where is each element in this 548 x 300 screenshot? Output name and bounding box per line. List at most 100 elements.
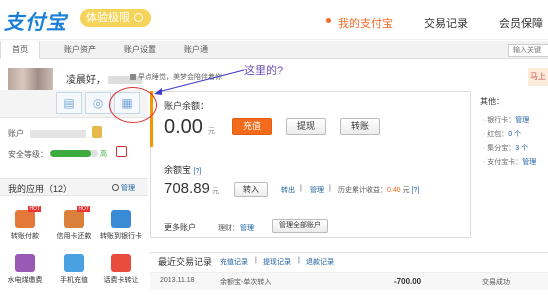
gear-icon (112, 184, 119, 191)
apps-title: 我的应用（12） (8, 184, 73, 194)
app-utilities[interactable]: 水电煤缴费 (3, 254, 47, 285)
balance-value: 0.00 (164, 116, 203, 138)
other-label: 集分宝： (487, 145, 516, 152)
history-unit: 元 (402, 187, 410, 194)
app-phone-card-transfer[interactable]: 话费卡转让 (99, 254, 143, 285)
app-label: 手机充值 (60, 277, 88, 284)
withdraw-button[interactable]: 提现 (286, 118, 326, 135)
history-help-link[interactable]: [?] (412, 187, 420, 194)
row-amount: -700.00 (394, 277, 422, 286)
transfer-button[interactable]: 转账 (340, 118, 380, 135)
app-label: 话费卡转让 (103, 277, 139, 284)
tab-home[interactable]: 首页 (0, 41, 40, 59)
app-transfer-pay[interactable]: HOT 转账付款 (3, 206, 47, 241)
balance-label: 账户余额： (164, 101, 210, 111)
apps-manage-label: 管理 (121, 185, 135, 192)
account-label: 账户 (8, 129, 24, 138)
other-link[interactable]: 0 个 (508, 131, 521, 138)
app-credit-card-repay[interactable]: HOT 信用卡还款 (52, 206, 96, 241)
account-number-blur (30, 130, 86, 138)
finance-manage-link[interactable]: 管理 (240, 223, 254, 233)
hot-badge: HOT (77, 206, 90, 212)
app-label: 转账付款 (11, 233, 39, 240)
alipay-logo[interactable]: 支付宝 (4, 6, 67, 35)
shield-icon[interactable]: ◎ (85, 92, 111, 114)
recharge-button[interactable]: 充值 (232, 118, 272, 135)
security-label: 安全等级： (8, 150, 48, 159)
nav-member-protection[interactable]: 会员保障 (499, 15, 543, 31)
bank-card-icon (111, 210, 131, 228)
separator: | (255, 257, 257, 264)
other-bank-card: · 银行卡：管理 (483, 117, 530, 124)
app-label: 转账到银行卡 (100, 233, 142, 240)
app-label: 信用卡还款 (56, 233, 92, 240)
phone-card-icon (111, 254, 131, 272)
withdraw-records-link[interactable]: 提现记录 (263, 257, 291, 267)
separator: | (300, 185, 302, 192)
history-income: 历史累计收益：0.46 元 [?] (338, 185, 419, 195)
app-transfer-to-bank[interactable]: 转账到银行卡 (99, 210, 143, 241)
row-status: 交易成功 (482, 279, 510, 286)
app-label: 水电煤缴费 (7, 277, 43, 284)
credit-card-icon: HOT (64, 206, 90, 228)
yeb-help-link[interactable]: [?] (194, 168, 202, 175)
other-red-packet: · 红包：0 个 (483, 131, 522, 138)
transfer-in-button[interactable]: 转入 (234, 182, 268, 197)
utility-icon (15, 254, 35, 272)
card-icon[interactable]: ▤ (56, 92, 82, 114)
annotation-arrow-icon (154, 69, 245, 95)
nav-transactions[interactable]: 交易记录 (424, 15, 468, 31)
tagline-badge[interactable]: 体验极限 (80, 9, 151, 27)
more-accounts-label: 更多账户 (164, 223, 196, 232)
other-link[interactable]: 3 个 (515, 145, 528, 152)
yeb-manage-link[interactable]: 管理 (310, 185, 324, 195)
yeb-value: 708.89 (164, 180, 210, 197)
recent-title-text: 最近交易记录 (158, 257, 213, 267)
nav-my-alipay[interactable]: 我的支付宝 (338, 15, 393, 31)
app-mobile-topup[interactable]: 手机充值 (52, 254, 96, 285)
tab-account-settings[interactable]: 账户设置 (124, 41, 156, 59)
other-link[interactable]: 管理 (522, 159, 536, 166)
yeb-label-text: 余额宝 (164, 165, 192, 175)
annotation-circle (109, 87, 157, 123)
security-progress-fill (50, 150, 91, 157)
promo-banner[interactable]: 马上 (528, 68, 548, 86)
other-label: 红包： (487, 131, 509, 138)
gold-member-icon[interactable] (92, 126, 102, 138)
others-title: 其他： (480, 97, 504, 106)
hot-badge: HOT (28, 206, 41, 212)
sub-navigation: 首页 账户资产 账户设置 账户通 (0, 41, 548, 59)
other-link[interactable]: 管理 (515, 117, 529, 124)
apps-manage-link[interactable]: 管理 (112, 183, 135, 193)
recharge-records-link[interactable]: 充值记录 (220, 257, 248, 267)
security-progress (50, 150, 98, 157)
finance-label: 理财： (218, 225, 239, 232)
other-label: 银行卡： (487, 117, 516, 124)
other-alipay-card: · 支付宝卡：管理 (483, 159, 537, 166)
history-label: 历史累计收益： (338, 187, 387, 194)
tab-account-pass[interactable]: 账户通 (184, 41, 208, 59)
balance-unit: 元 (208, 128, 215, 135)
wallet-icon: HOT (15, 206, 41, 228)
tagline-text: 体验极限 (86, 12, 130, 24)
refund-records-link[interactable]: 退款记录 (306, 257, 334, 267)
mobile-phone-icon (64, 254, 84, 272)
other-jifenbao: · 集分宝：3 个 (483, 145, 529, 152)
search-input[interactable] (508, 44, 548, 57)
active-dot-icon (326, 18, 331, 23)
history-value: 0.46 (387, 187, 401, 194)
separator: | (329, 185, 331, 192)
calendar-icon[interactable] (116, 146, 127, 157)
yeb-unit: 元 (212, 188, 219, 195)
tab-account-assets[interactable]: 账户资产 (64, 41, 96, 59)
transfer-out-link[interactable]: 转出 (281, 185, 295, 195)
apps-panel-header: 我的应用（12） 管理 (0, 178, 148, 196)
manage-all-accounts-button[interactable]: 管理全部账户 (272, 219, 328, 233)
header: 支付宝 体验极限 我的支付宝 交易记录 会员保障 (0, 0, 548, 40)
row-description: 余额宝-单次转入 (220, 279, 272, 286)
greeting-text: 凌晨好， (66, 75, 106, 86)
yeb-label: 余额宝 [?] (164, 163, 201, 176)
separator: | (298, 257, 300, 264)
recent-title: 最近交易记录 (158, 255, 212, 268)
security-level: 高 (100, 151, 107, 158)
